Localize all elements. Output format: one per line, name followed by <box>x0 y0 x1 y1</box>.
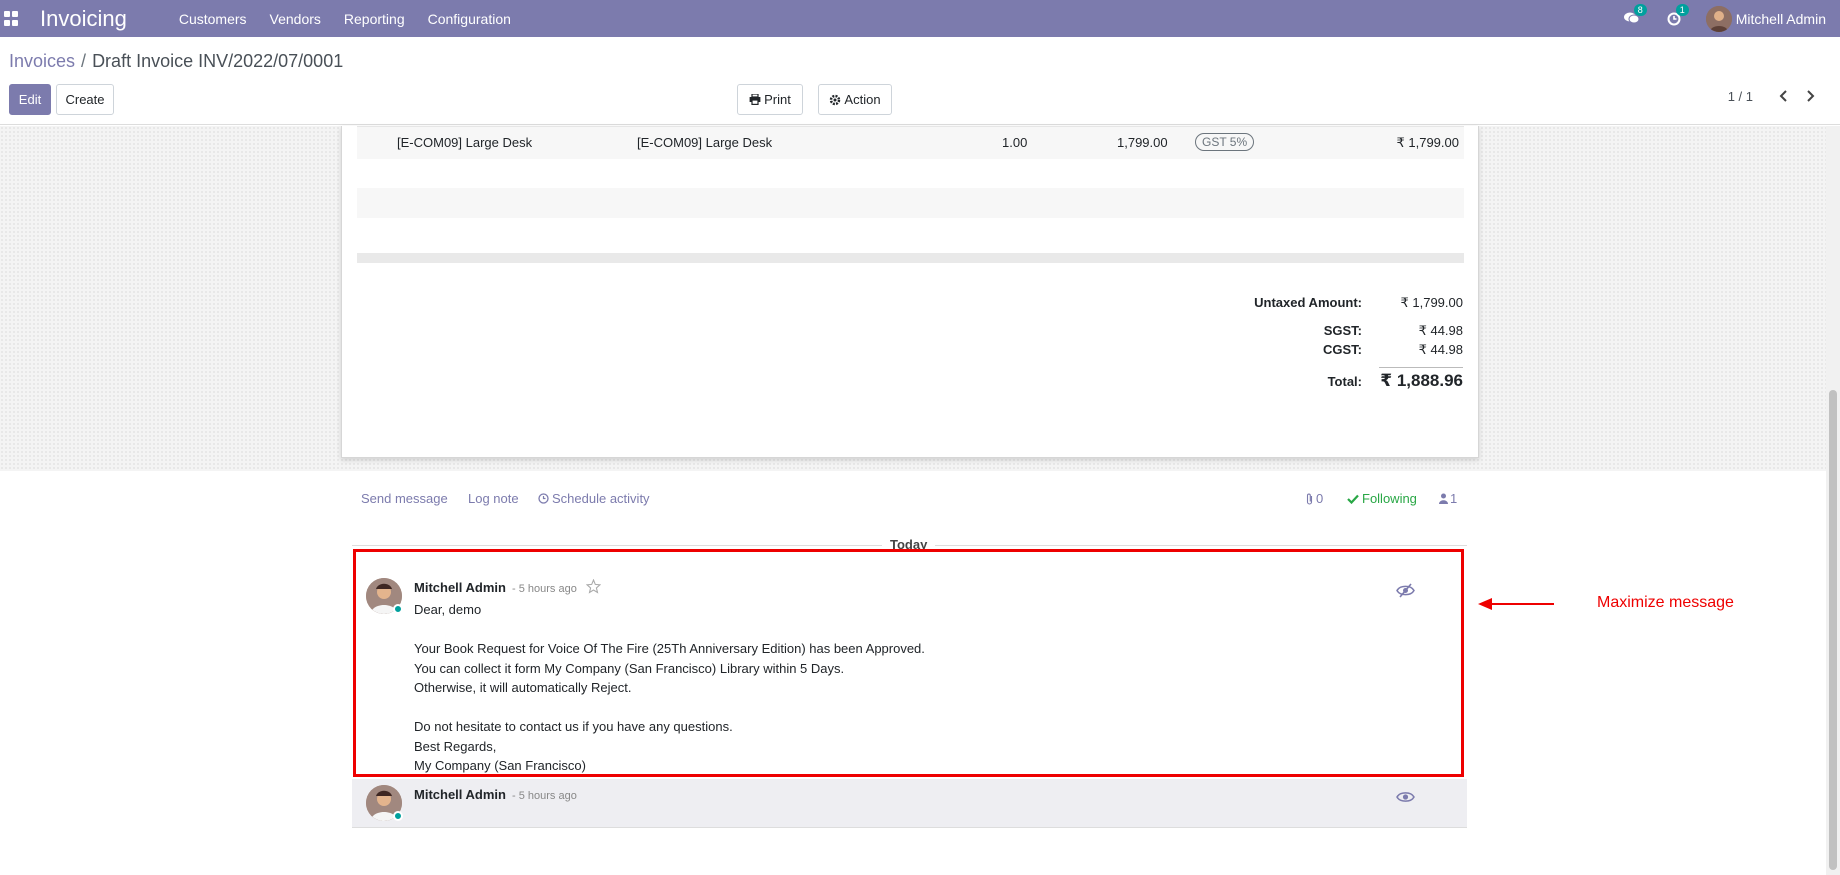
schedule-activity-button[interactable]: Schedule activity <box>538 491 650 506</box>
followers-button[interactable]: 1 <box>1439 491 1457 506</box>
untaxed-value: ₹ 1,799.00 <box>1400 295 1464 310</box>
print-label: Print <box>764 92 791 107</box>
user-icon <box>1439 493 1448 504</box>
print-button[interactable]: Print <box>737 84 803 115</box>
sgst-row: SGST: ₹ 44.98 <box>1203 323 1463 341</box>
control-panel: Invoices / Draft Invoice INV/2022/07/0001 … <box>0 37 1840 125</box>
breadcrumb-separator: / <box>81 51 87 71</box>
breadcrumb: Invoices / Draft Invoice INV/2022/07/0001 <box>9 51 343 72</box>
edit-button[interactable]: Edit <box>9 84 51 115</box>
page-scrollbar[interactable] <box>1826 126 1840 875</box>
total-value: ₹ 1,888.96 <box>1380 371 1463 390</box>
pager-previous[interactable] <box>1775 85 1791 107</box>
action-button[interactable]: Action <box>818 84 892 115</box>
line-quantity: 1.00 <box>1002 135 1028 150</box>
line-label: [E-COM09] Large Desk <box>637 135 773 150</box>
activities-badge: 1 <box>1675 3 1689 16</box>
pager-next[interactable] <box>1802 85 1818 107</box>
paperclip-icon <box>1306 493 1313 505</box>
pager-value[interactable]: 1 / 1 <box>1728 89 1753 104</box>
cgst-value: ₹ 44.98 <box>1418 342 1463 357</box>
empty-line-row <box>357 188 1464 218</box>
message-item-collapsed <box>352 779 1467 828</box>
clock-icon <box>538 493 549 504</box>
log-note-button[interactable]: Log note <box>468 491 519 506</box>
untaxed-row: Untaxed Amount: ₹ 1,799.00 <box>1203 295 1463 313</box>
action-label: Action <box>844 92 881 107</box>
message-time: - 5 hours ago <box>512 790 577 802</box>
menu-configuration[interactable]: Configuration <box>428 11 511 27</box>
invoice-line-row[interactable]: [E-COM09] Large Desk [E-COM09] Large Des… <box>357 126 1464 159</box>
total-row: Total: ₹ 1,888.96 <box>1203 371 1463 392</box>
messaging-menu[interactable]: 8 <box>1622 3 1647 29</box>
cgst-row: CGST: ₹ 44.98 <box>1203 342 1463 360</box>
chevron-right-icon <box>1806 90 1814 102</box>
following-button[interactable]: Following <box>1347 491 1417 506</box>
totals-divider <box>1379 367 1463 368</box>
annotation-arrow-icon <box>1478 598 1554 610</box>
following-label: Following <box>1362 491 1417 506</box>
attachments-button[interactable]: 0 <box>1305 491 1323 506</box>
line-product: [E-COM09] Large Desk <box>397 135 533 150</box>
menu-reporting[interactable]: Reporting <box>344 11 405 27</box>
menu-customers[interactable]: Customers <box>179 11 247 27</box>
top-navbar: Invoicing Customers Vendors Reporting Co… <box>0 0 1840 37</box>
breadcrumb-invoices[interactable]: Invoices <box>9 51 75 71</box>
attachments-count: 0 <box>1316 491 1324 506</box>
total-label: Total: <box>1327 374 1362 389</box>
user-name[interactable]: Mitchell Admin <box>1736 11 1826 27</box>
annotation-label: Maximize message <box>1597 594 1734 611</box>
message-author[interactable]: Mitchell Admin <box>414 787 506 802</box>
gear-icon <box>830 94 841 105</box>
menu-vendors[interactable]: Vendors <box>270 11 321 27</box>
followers-count: 1 <box>1450 491 1458 506</box>
messages-badge: 8 <box>1633 3 1647 16</box>
app-brand[interactable]: Invoicing <box>40 6 127 32</box>
create-button[interactable]: Create <box>56 84 114 115</box>
line-price: 1,799.00 <box>1117 135 1168 150</box>
online-status-icon <box>393 811 403 821</box>
user-avatar[interactable] <box>1705 5 1732 32</box>
activity-menu[interactable]: 1 <box>1664 3 1689 29</box>
breadcrumb-current: Draft Invoice INV/2022/07/0001 <box>92 51 344 71</box>
cgst-label: CGST: <box>1323 342 1362 357</box>
check-icon <box>1347 494 1359 504</box>
eye-icon[interactable] <box>1396 790 1415 804</box>
send-message-button[interactable]: Send message <box>361 491 448 506</box>
sgst-label: SGST: <box>1323 323 1362 338</box>
scrollbar-thumb[interactable] <box>1829 390 1837 870</box>
table-footer <box>357 253 1464 263</box>
line-tax-tag: GST 5% <box>1195 133 1255 151</box>
annotation-highlight-box <box>353 549 1464 777</box>
printer-icon <box>749 94 761 105</box>
apps-menu-icon[interactable] <box>4 10 20 27</box>
line-subtotal: ₹ 1,799.00 <box>1396 135 1460 150</box>
sgst-value: ₹ 44.98 <box>1418 323 1463 338</box>
untaxed-label: Untaxed Amount: <box>1254 295 1362 310</box>
schedule-activity-label: Schedule activity <box>552 491 650 506</box>
chevron-left-icon <box>1779 90 1787 102</box>
invoice-sheet: [E-COM09] Large Desk [E-COM09] Large Des… <box>341 126 1479 458</box>
